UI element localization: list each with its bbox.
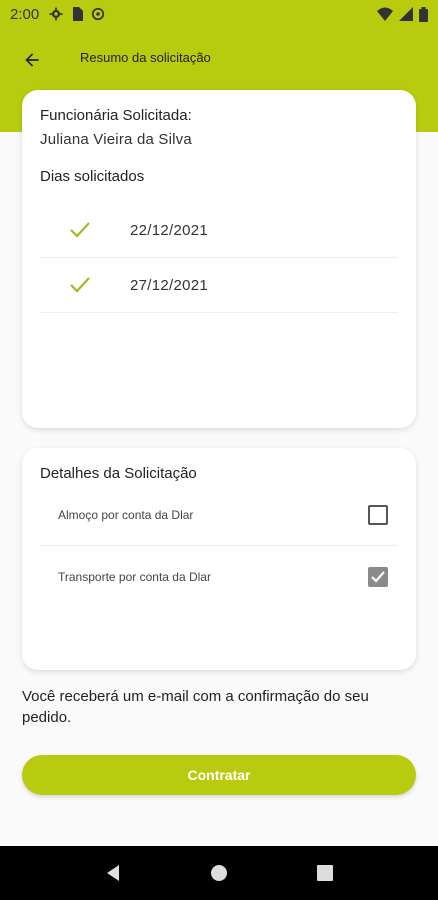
option-label: Transporte por conta da Dlar	[58, 570, 211, 584]
details-title: Detalhes da Solicitação	[40, 465, 197, 482]
arrow-back-icon	[25, 53, 39, 67]
day-date: 22/12/2021	[130, 221, 209, 239]
employee-label: Funcionária Solicitada:	[40, 107, 192, 124]
confirmation-info-text: Você receberá um e-mail com a confirmaçã…	[22, 688, 369, 726]
wifi-icon	[377, 7, 393, 21]
triangle-back-icon	[107, 865, 119, 881]
lunch-checkbox[interactable]	[368, 504, 388, 525]
status-time: 2:00	[10, 5, 40, 23]
day-row: 27/12/2021	[40, 258, 398, 313]
employee-name: Juliana Vieira da Silva	[40, 131, 192, 148]
transport-checkbox[interactable]	[368, 567, 388, 587]
square-recents-icon	[317, 865, 333, 881]
settings-icon	[49, 7, 63, 21]
request-details-card: Detalhes da Solicitação Almoço por conta…	[22, 448, 416, 670]
request-summary-card: Funcionária Solicitada: Juliana Vieira d…	[22, 90, 416, 428]
nav-back-button[interactable]	[98, 858, 128, 888]
check-icon	[50, 276, 110, 294]
check-icon	[50, 221, 110, 239]
sim-card-icon	[73, 7, 84, 21]
data-saver-icon	[92, 7, 105, 21]
option-row-transport: Transporte por conta da Dlar	[40, 546, 398, 608]
day-row: 22/12/2021	[40, 203, 398, 258]
option-label: Almoço por conta da Dlar	[58, 507, 194, 522]
status-bar: 2:00	[0, 0, 438, 28]
nav-recents-button[interactable]	[310, 858, 340, 888]
checkmark-icon	[371, 571, 385, 583]
battery-icon	[419, 6, 428, 22]
system-nav-bar	[0, 846, 438, 900]
option-row-lunch: Almoço por conta da Dlar	[40, 484, 398, 546]
day-date: 27/12/2021	[130, 276, 209, 294]
circle-home-icon	[211, 865, 227, 881]
days-label: Dias solicitados	[40, 168, 145, 185]
nav-home-button[interactable]	[204, 858, 234, 888]
page-title: Resumo da solicitação	[80, 50, 211, 65]
contratar-button[interactable]: Contratar	[22, 755, 416, 795]
back-button[interactable]	[18, 46, 46, 74]
signal-icon	[399, 7, 413, 21]
